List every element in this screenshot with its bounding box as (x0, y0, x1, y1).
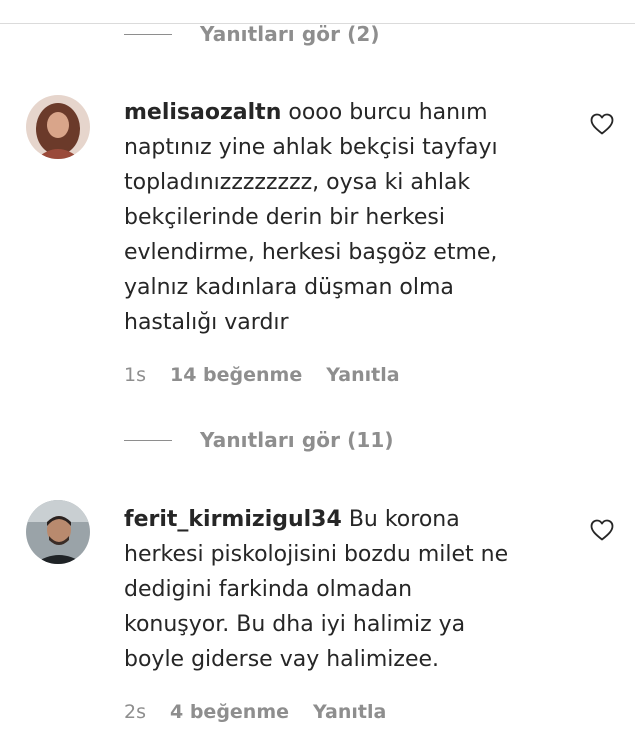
heart-outline-icon[interactable] (590, 519, 614, 541)
view-replies-button[interactable]: Yanıtları gör (2) (124, 22, 380, 46)
comment-username[interactable]: ferit_kirmizigul34 (124, 507, 342, 532)
view-replies-label: Yanıtları gör (11) (200, 428, 394, 452)
avatar[interactable] (26, 500, 90, 564)
replies-line (124, 33, 172, 35)
reply-button[interactable]: Yanıtla (326, 364, 399, 386)
reply-button[interactable]: Yanıtla (313, 701, 386, 723)
comment-likes[interactable]: 4 beğenme (170, 701, 289, 723)
comment-time: 2s (124, 701, 146, 723)
comment-username[interactable]: melisaozaltn (124, 100, 281, 125)
comment-time: 1s (124, 364, 146, 386)
replies-line (124, 439, 172, 441)
comment-text: melisaozaltn oooo burcu hanım naptınız y… (124, 95, 564, 340)
top-divider (0, 0, 635, 24)
view-replies-button[interactable]: Yanıtları gör (11) (124, 428, 394, 452)
avatar[interactable] (26, 95, 90, 159)
view-replies-label: Yanıtları gör (2) (200, 22, 380, 46)
comment-meta: 1s 14 beğenme Yanıtla (124, 364, 400, 386)
comment-meta: 2s 4 beğenme Yanıtla (124, 701, 386, 723)
comment-likes[interactable]: 14 beğenme (170, 364, 302, 386)
heart-outline-icon[interactable] (590, 113, 614, 135)
comment-content: oooo burcu hanım naptınız yine ahlak bek… (124, 100, 498, 335)
comment-text: ferit_kirmizigul34 Bu korona herkesi pis… (124, 502, 564, 677)
